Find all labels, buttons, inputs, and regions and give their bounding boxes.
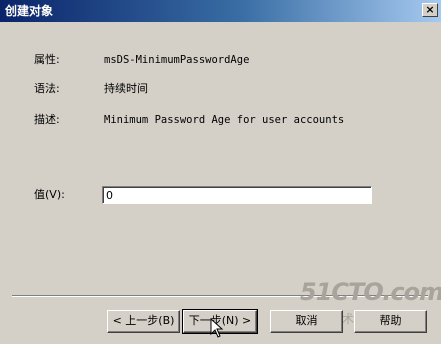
description-value: Minimum Password Age for user accounts [104,114,345,126]
value-input[interactable] [102,186,372,204]
help-button[interactable]: 帮助 [354,310,427,333]
attribute-label: 属性: [34,53,60,66]
window-title: 创建对象 [5,4,54,18]
description-label: 描述: [34,113,60,126]
button-separator [12,295,428,297]
value-label: 值(V): [34,188,65,201]
syntax-value: 持续时间 [104,82,148,95]
syntax-label: 语法: [34,82,60,95]
back-button[interactable]: < 上一步(B) [107,310,180,333]
attribute-value: msDS-MinimumPasswordAge [104,54,250,66]
cancel-button[interactable]: 取消 [270,310,343,333]
title-bar: 创建对象 × [0,0,441,22]
mouse-cursor-icon [210,318,224,338]
close-icon: × [425,3,435,16]
watermark-brand: 51CTO.com [300,278,441,306]
close-button[interactable]: × [422,3,438,17]
